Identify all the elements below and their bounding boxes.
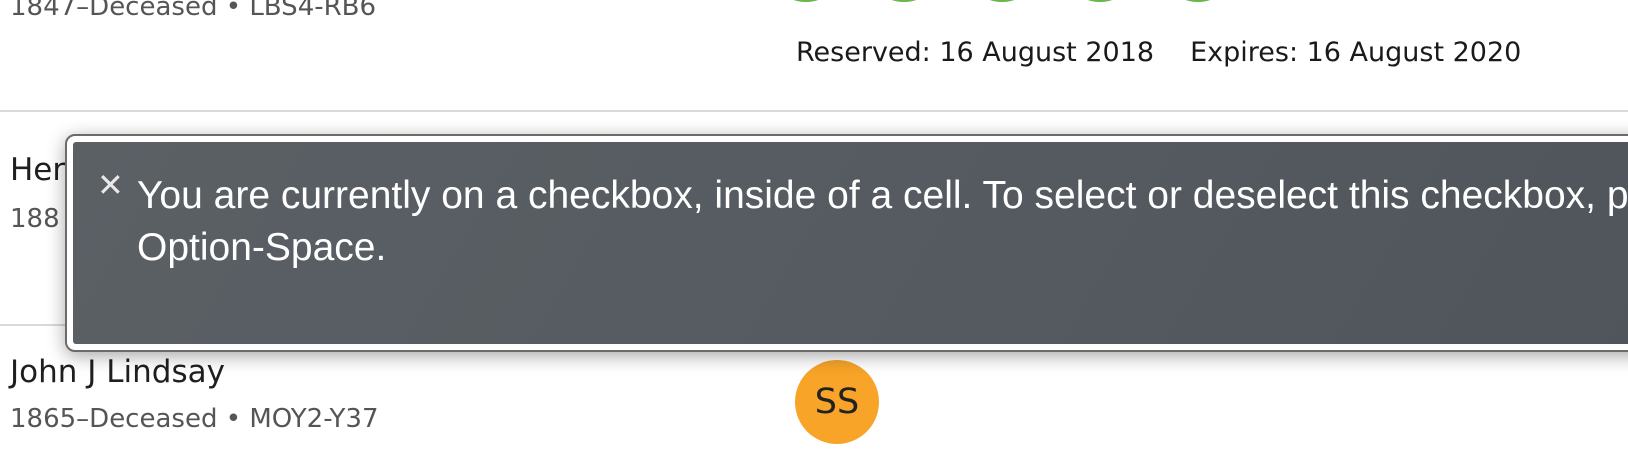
reserved-date: Reserved: 16 August 2018 [796, 37, 1155, 68]
voiceover-caption-body: ✕ You are currently on a checkbox, insid… [73, 142, 1628, 344]
status-dot[interactable] [766, 0, 846, 2]
status-dot[interactable] [1060, 0, 1140, 2]
avatar[interactable]: SS [795, 360, 879, 444]
close-icon[interactable]: ✕ [97, 169, 124, 201]
person-meta: 188 [10, 204, 60, 234]
expires-date: Expires: 16 August 2020 [1190, 37, 1522, 68]
reservation-dates: Reserved: 16 August 2018 Expires: 16 Augu… [796, 37, 1521, 68]
voiceover-message: You are currently on a checkbox, inside … [137, 174, 1628, 269]
list-item[interactable]: 1847–Deceased • LBS4-RB6 Reserved: 16 Au… [0, 0, 1628, 112]
person-meta: 1847–Deceased • LBS4-RB6 [10, 0, 377, 22]
person-meta: 1865–Deceased • MOY2-Y37 [10, 404, 379, 434]
status-dot[interactable] [864, 0, 944, 2]
person-name[interactable]: Her [10, 152, 65, 188]
person-name[interactable]: John J Lindsay [10, 354, 225, 390]
status-dot[interactable] [1158, 0, 1238, 2]
voiceover-caption-panel: ✕ You are currently on a checkbox, insid… [65, 134, 1628, 352]
status-dot[interactable] [962, 0, 1042, 2]
